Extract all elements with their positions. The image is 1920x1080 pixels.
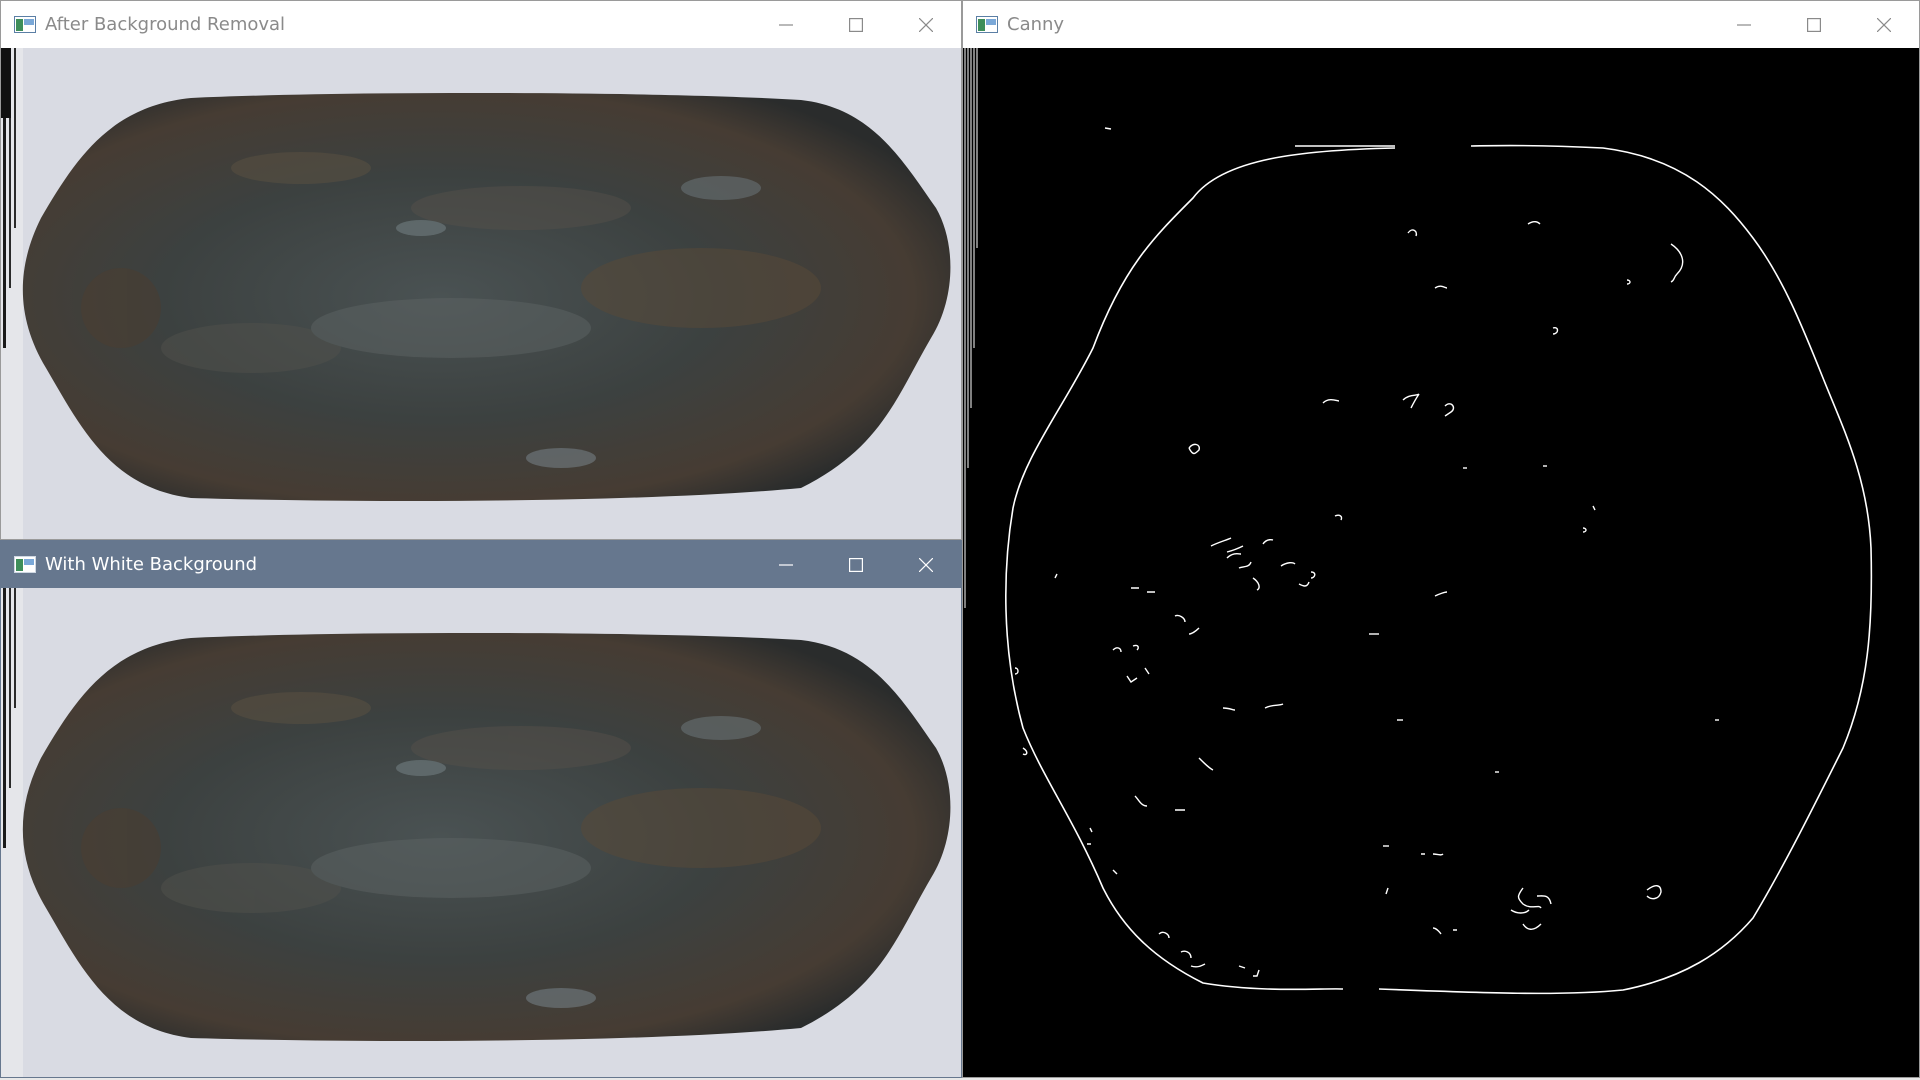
image-after-background-removal (1, 48, 961, 539)
opencv-window-icon (976, 16, 998, 33)
window-title: After Background Removal (45, 14, 286, 35)
maximize-icon (849, 557, 863, 572)
close-button[interactable] (1849, 1, 1919, 48)
stone-photo (1, 48, 961, 539)
minimize-icon (779, 563, 793, 566)
maximize-icon (849, 17, 863, 32)
scan-artifact-left (1, 588, 23, 1077)
titlebar[interactable]: Canny (963, 1, 1919, 48)
stone-photo (1, 588, 961, 1077)
window-after-background-removal[interactable]: After Background Removal (0, 0, 962, 540)
image-canny-edges (963, 48, 1919, 1077)
close-button[interactable] (891, 1, 961, 48)
image-with-white-background (1, 588, 961, 1077)
window-with-white-background[interactable]: With White Background (0, 540, 962, 1078)
canny-edge-image (963, 48, 1919, 1077)
window-title: Canny (1007, 14, 1065, 35)
minimize-button[interactable] (751, 541, 821, 588)
close-icon (919, 557, 933, 572)
minimize-button[interactable] (1709, 1, 1779, 48)
window-title: With White Background (45, 554, 258, 575)
opencv-window-icon (14, 556, 36, 573)
titlebar[interactable]: With White Background (1, 541, 961, 588)
close-icon (1877, 17, 1891, 32)
maximize-button[interactable] (821, 1, 891, 48)
maximize-icon (1807, 17, 1821, 32)
maximize-button[interactable] (821, 541, 891, 588)
minimize-icon (1737, 23, 1751, 26)
opencv-window-icon (14, 16, 36, 33)
minimize-button[interactable] (751, 1, 821, 48)
window-canny[interactable]: Canny (962, 0, 1920, 1078)
maximize-button[interactable] (1779, 1, 1849, 48)
scan-artifact-left (1, 48, 23, 539)
titlebar[interactable]: After Background Removal (1, 1, 961, 48)
close-icon (919, 17, 933, 32)
minimize-icon (779, 23, 793, 26)
close-button[interactable] (891, 541, 961, 588)
